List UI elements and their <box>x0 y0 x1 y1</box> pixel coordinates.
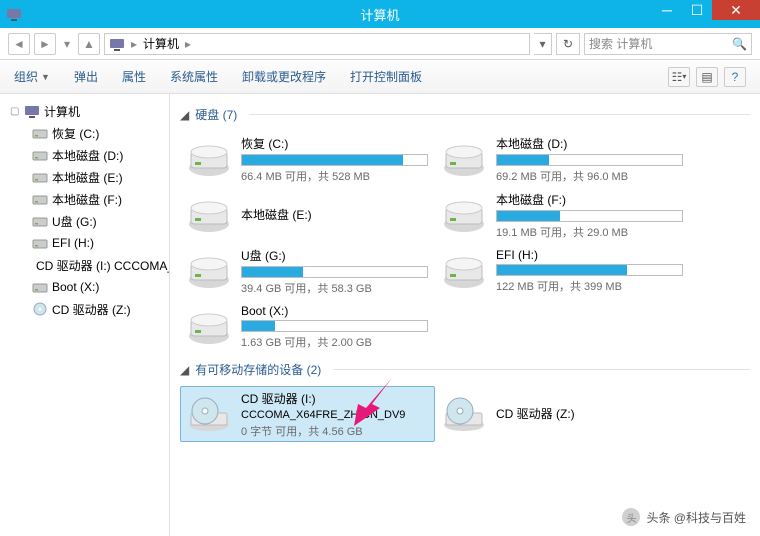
capacity-bar <box>496 210 683 222</box>
tree-item[interactable]: EFI (H:) <box>0 232 169 254</box>
hdd-icon <box>187 139 231 179</box>
toolbar: 组织 ▼ 弹出 属性 系统属性 卸载或更改程序 打开控制面板 ☷▾ ▤ ? <box>0 60 760 94</box>
view-options-button[interactable]: ☷▾ <box>668 67 690 87</box>
drive-name: 本地磁盘 (D:) <box>496 135 683 152</box>
tree-item[interactable]: U盘 (G:) <box>0 210 169 232</box>
drive-subname: CCCOMA_X64FRE_ZH-CN_DV9 <box>241 409 428 421</box>
up-button[interactable]: ▲ <box>78 33 100 55</box>
drive-name: 本地磁盘 (F:) <box>496 191 683 208</box>
nav-tree: ▢ 计算机 恢复 (C:)本地磁盘 (D:)本地磁盘 (E:)本地磁盘 (F:)… <box>0 94 170 536</box>
drive-status: 19.1 MB 可用，共 29.0 MB <box>496 224 683 240</box>
capacity-bar <box>496 264 683 276</box>
control-panel-button[interactable]: 打开控制面板 <box>350 68 422 85</box>
collapse-icon[interactable]: ◢ <box>180 108 189 122</box>
properties-button[interactable]: 属性 <box>122 68 146 85</box>
main-pane: ◢ 硬盘 (7) 恢复 (C:) 66.4 MB 可用，共 528 MB 本地磁… <box>170 94 760 536</box>
capacity-bar <box>241 266 428 278</box>
title-bar: 计算机 ─ ☐ ✕ <box>0 0 760 28</box>
drive-status: 39.4 GB 可用，共 58.3 GB <box>241 280 428 296</box>
drive-name: CD 驱动器 (I:) <box>241 390 428 407</box>
history-dropdown[interactable]: ▾ <box>60 33 74 55</box>
refresh-button[interactable]: ↻ <box>556 33 580 55</box>
collapse-icon[interactable]: ▢ <box>10 106 20 117</box>
tree-item[interactable]: CD 驱动器 (I:) CCCOMA_X64FRE_ZH-CN_DV9 <box>0 254 169 276</box>
drive-status: 1.63 GB 可用，共 2.00 GB <box>241 334 428 350</box>
tree-item[interactable]: CD 驱动器 (Z:) <box>0 298 169 320</box>
tree-root-computer[interactable]: ▢ 计算机 <box>0 100 169 122</box>
drive-name: 本地磁盘 (E:) <box>241 206 428 223</box>
drive-item[interactable]: 本地磁盘 (F:) 19.1 MB 可用，共 29.0 MB <box>435 187 690 243</box>
drive-item[interactable]: EFI (H:) 122 MB 可用，共 399 MB <box>435 243 690 299</box>
cd-icon <box>187 394 231 434</box>
organize-menu[interactable]: 组织 ▼ <box>14 68 50 85</box>
tree-item[interactable]: Boot (X:) <box>0 276 169 298</box>
drive-item[interactable]: CD 驱动器 (I:) CCCOMA_X64FRE_ZH-CN_DV9 0 字节… <box>180 386 435 442</box>
preview-pane-button[interactable]: ▤ <box>696 67 718 87</box>
drive-name: Boot (X:) <box>241 304 428 318</box>
help-button[interactable]: ? <box>724 67 746 87</box>
drive-status: 66.4 MB 可用，共 528 MB <box>241 168 428 184</box>
hdd-icon <box>442 251 486 291</box>
drive-item[interactable]: 恢复 (C:) 66.4 MB 可用，共 528 MB <box>180 131 435 187</box>
drive-item[interactable]: 本地磁盘 (D:) 69.2 MB 可用，共 96.0 MB <box>435 131 690 187</box>
hdd-icon <box>442 139 486 179</box>
section-removable[interactable]: ◢ 有可移动存储的设备 (2) <box>180 361 750 378</box>
app-icon <box>0 6 28 22</box>
maximize-button[interactable]: ☐ <box>682 0 712 20</box>
computer-icon <box>24 103 40 119</box>
credit-overlay: 头 头条 @科技与百姓 <box>622 508 746 526</box>
tree-item[interactable]: 本地磁盘 (E:) <box>0 166 169 188</box>
window-title: 计算机 <box>360 5 399 24</box>
tree-item[interactable]: 恢复 (C:) <box>0 122 169 144</box>
forward-button[interactable]: ► <box>34 33 56 55</box>
drive-item[interactable]: U盘 (G:) 39.4 GB 可用，共 58.3 GB <box>180 243 435 299</box>
hdd-icon <box>187 195 231 235</box>
cd-icon <box>442 394 486 434</box>
drive-status: 0 字节 可用，共 4.56 GB <box>241 423 428 439</box>
close-button[interactable]: ✕ <box>712 0 760 20</box>
hdd-icon <box>187 307 231 347</box>
drive-status: 122 MB 可用，共 399 MB <box>496 278 683 294</box>
drive-name: EFI (H:) <box>496 248 683 262</box>
avatar-icon: 头 <box>622 508 640 526</box>
search-placeholder: 搜索 计算机 <box>589 35 652 52</box>
hdd-icon <box>187 251 231 291</box>
address-dropdown[interactable]: ▾ <box>534 33 552 55</box>
capacity-bar <box>241 320 428 332</box>
drive-name: CD 驱动器 (Z:) <box>496 405 683 422</box>
capacity-bar <box>496 154 683 166</box>
tree-item[interactable]: 本地磁盘 (F:) <box>0 188 169 210</box>
address-bar[interactable]: ▸ 计算机 ▸ <box>104 33 530 55</box>
nav-bar: ◄ ► ▾ ▲ ▸ 计算机 ▸ ▾ ↻ 搜索 计算机 🔍 <box>0 28 760 60</box>
search-icon: 🔍 <box>732 37 747 51</box>
address-text: 计算机 <box>143 35 179 52</box>
drive-item[interactable]: Boot (X:) 1.63 GB 可用，共 2.00 GB <box>180 299 435 355</box>
collapse-icon[interactable]: ◢ <box>180 363 189 377</box>
capacity-bar <box>241 154 428 166</box>
minimize-button[interactable]: ─ <box>652 0 682 20</box>
drive-name: U盘 (G:) <box>241 247 428 264</box>
back-button[interactable]: ◄ <box>8 33 30 55</box>
system-properties-button[interactable]: 系统属性 <box>170 68 218 85</box>
computer-icon <box>109 36 125 52</box>
drive-item[interactable]: 本地磁盘 (E:) <box>180 187 435 243</box>
tree-item[interactable]: 本地磁盘 (D:) <box>0 144 169 166</box>
section-hard-drives[interactable]: ◢ 硬盘 (7) <box>180 106 750 123</box>
uninstall-button[interactable]: 卸载或更改程序 <box>242 68 326 85</box>
hdd-icon <box>442 195 486 235</box>
drive-item[interactable]: CD 驱动器 (Z:) <box>435 386 690 442</box>
drive-name: 恢复 (C:) <box>241 135 428 152</box>
search-box[interactable]: 搜索 计算机 🔍 <box>584 33 752 55</box>
drive-status: 69.2 MB 可用，共 96.0 MB <box>496 168 683 184</box>
eject-button[interactable]: 弹出 <box>74 68 98 85</box>
